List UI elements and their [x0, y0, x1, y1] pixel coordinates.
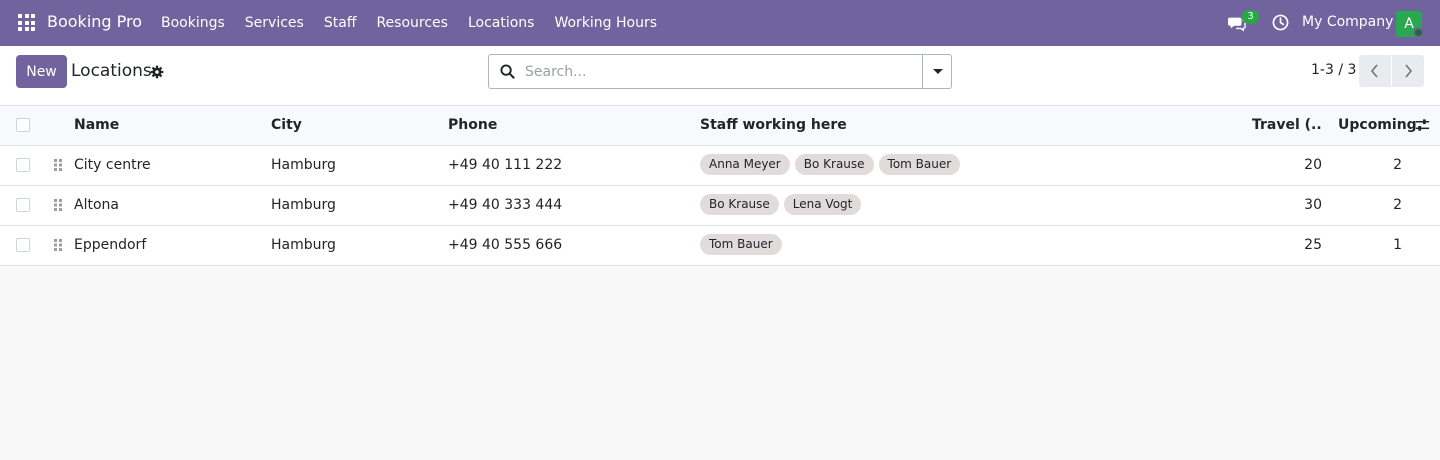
column-header-upcoming[interactable]: Upcoming [1338, 106, 1417, 146]
column-header-travel[interactable]: Travel (... [1252, 106, 1322, 146]
travel-value[interactable]: 30 [1304, 186, 1322, 226]
column-header-phone[interactable]: Phone [448, 106, 497, 146]
location-phone[interactable]: +49 40 111 222 [448, 146, 562, 186]
row-checkbox[interactable] [16, 158, 30, 172]
travel-value[interactable]: 20 [1304, 146, 1322, 186]
page-title: Locations [71, 61, 152, 81]
location-name[interactable]: City centre [74, 146, 151, 186]
staff-tag[interactable]: Bo Krause [700, 194, 779, 215]
staff-tags: Anna Meyer Bo Krause Tom Bauer [700, 154, 961, 175]
menu-item-bookings[interactable]: Bookings [151, 0, 235, 46]
pager-next-button[interactable] [1392, 55, 1424, 87]
select-all-checkbox[interactable] [16, 118, 30, 132]
drag-handle-icon[interactable] [53, 238, 63, 252]
staff-tag[interactable]: Anna Meyer [700, 154, 790, 175]
staff-tag[interactable]: Tom Bauer [878, 154, 961, 175]
table-header: Name City Phone Staff working here Trave… [0, 106, 1440, 146]
company-switcher[interactable]: My Company [1302, 14, 1393, 30]
chevron-right-icon [1405, 64, 1413, 78]
top-navbar: Booking Pro Bookings Services Staff Reso… [0, 0, 1440, 46]
location-name[interactable]: Altona [74, 186, 119, 226]
location-city[interactable]: Hamburg [271, 186, 336, 226]
menu-item-working-hours[interactable]: Working Hours [544, 0, 667, 46]
row-checkbox[interactable] [16, 198, 30, 212]
menu-item-services[interactable]: Services [235, 0, 314, 46]
table-row[interactable]: Eppendorf Hamburg +49 40 555 666 Tom Bau… [0, 226, 1440, 266]
menu-item-resources[interactable]: Resources [366, 0, 458, 46]
staff-tags: Bo Krause Lena Vogt [700, 194, 862, 215]
app-brand[interactable]: Booking Pro [47, 12, 142, 31]
staff-tags: Tom Bauer [700, 234, 782, 255]
location-name[interactable]: Eppendorf [74, 226, 146, 266]
travel-value[interactable]: 25 [1304, 226, 1322, 266]
menu-item-staff[interactable]: Staff [314, 0, 367, 46]
new-button[interactable]: New [16, 55, 67, 88]
column-header-staff[interactable]: Staff working here [700, 106, 847, 146]
table-row[interactable]: City centre Hamburg +49 40 111 222 Anna … [0, 146, 1440, 186]
pager-previous-button[interactable] [1359, 55, 1391, 87]
locations-list: Name City Phone Staff working here Trave… [0, 106, 1440, 266]
row-checkbox[interactable] [16, 238, 30, 252]
gear-icon[interactable] [150, 65, 164, 79]
chevron-down-icon[interactable] [922, 55, 951, 88]
optional-columns-icon[interactable] [1415, 118, 1430, 133]
chevron-left-icon [1370, 64, 1378, 78]
location-city[interactable]: Hamburg [271, 146, 336, 186]
pager-value[interactable]: 1-3 / 3 [1311, 62, 1356, 78]
clock-icon[interactable] [1272, 14, 1289, 31]
staff-tag[interactable]: Lena Vogt [783, 194, 862, 215]
upcoming-value[interactable]: 2 [1393, 186, 1402, 226]
drag-handle-icon[interactable] [53, 158, 63, 172]
location-city[interactable]: Hamburg [271, 226, 336, 266]
upcoming-value[interactable]: 1 [1393, 226, 1402, 266]
column-header-city[interactable]: City [271, 106, 302, 146]
table-row[interactable]: Altona Hamburg +49 40 333 444 Bo Krause … [0, 186, 1440, 226]
column-header-name[interactable]: Name [74, 106, 119, 146]
main-menu: Bookings Services Staff Resources Locati… [151, 0, 667, 46]
apps-icon[interactable] [18, 14, 35, 31]
upcoming-value[interactable]: 2 [1393, 146, 1402, 186]
location-phone[interactable]: +49 40 555 666 [448, 226, 562, 266]
search-input[interactable] [525, 61, 905, 83]
menu-item-locations[interactable]: Locations [458, 0, 545, 46]
drag-handle-icon[interactable] [53, 198, 63, 212]
staff-tag[interactable]: Bo Krause [794, 154, 874, 175]
control-panel: New Locations 1-3 / 3 [0, 46, 1440, 106]
presence-status-icon [1413, 27, 1424, 38]
search-icon [500, 64, 515, 79]
location-phone[interactable]: +49 40 333 444 [448, 186, 562, 226]
search-bar [488, 54, 952, 89]
staff-tag[interactable]: Tom Bauer [700, 234, 782, 255]
messages-count-badge: 3 [1242, 10, 1259, 24]
